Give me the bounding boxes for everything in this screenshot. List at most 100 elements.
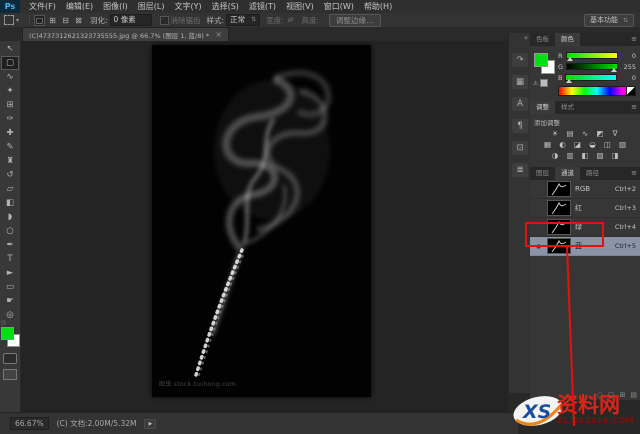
tab-swatches[interactable]: 色板 [530,33,555,46]
hue-saturation-icon[interactable]: ▦ [542,140,553,150]
gamut-warning-icon[interactable]: ⚠ [533,80,538,87]
pen-tool[interactable]: ✒ [1,238,19,252]
tab-styles[interactable]: 样式 [555,101,580,114]
feather-input[interactable]: 0 像素 [109,14,152,26]
tab-adjustments[interactable]: 调整 [530,101,555,114]
tab-layers[interactable]: 图层 [530,167,555,180]
menu-type[interactable]: 文字(Y) [169,1,206,12]
exposure-icon[interactable]: ◩ [595,129,606,139]
expand-panels-icon[interactable]: « [509,33,531,45]
smoke-photo[interactable]: 图虫 stock.tuchong.com [152,45,371,397]
zoom-level-field[interactable]: 66.67% [10,417,49,430]
history-brush-tool[interactable]: ↺ [1,168,19,182]
crop-tool[interactable]: ⊞ [1,98,19,112]
path-selection-tool[interactable]: ► [1,266,19,280]
tab-channels[interactable]: 通道 [555,167,580,180]
bw-ramp-end[interactable] [626,86,636,96]
swap-dimensions-icon[interactable]: ⇄ [288,16,294,24]
menu-image[interactable]: 图像(I) [98,1,133,12]
subtract-from-selection-icon[interactable]: ⊟ [60,15,71,26]
navigator-panel-icon[interactable]: ▦ [512,75,528,89]
blue-slider[interactable] [565,74,618,83]
menu-file[interactable]: 文件(F) [24,1,61,12]
menu-view[interactable]: 视图(V) [281,1,319,12]
menu-window[interactable]: 窗口(W) [319,1,359,12]
quick-mask-button[interactable] [3,353,17,364]
web-safe-color-icon[interactable] [540,79,549,87]
foreground-color-swatch[interactable] [534,53,548,67]
channel-mixer-icon[interactable]: ◫ [602,140,613,150]
vibrance-icon[interactable]: ∇ [610,129,621,139]
rectangular-marquee-tool[interactable]: ▢ [1,56,19,70]
color-spectrum-ramp[interactable] [558,86,636,96]
lasso-tool[interactable]: ∿ [1,70,19,84]
info-panel-icon[interactable]: ⊡ [512,141,528,155]
channel-row-green[interactable]: 绿 Ctrl+4 [530,218,640,237]
brightness-contrast-icon[interactable]: ☀ [550,129,561,139]
screen-mode-button[interactable] [3,369,17,380]
channel-row-red[interactable]: 红 Ctrl+3 [530,199,640,218]
red-value[interactable]: 0 [621,52,636,60]
black-white-icon[interactable]: ◪ [572,140,583,150]
menu-select[interactable]: 选择(S) [207,1,244,12]
new-selection-icon[interactable]: ▢ [34,14,46,26]
eraser-tool[interactable]: ▱ [1,182,19,196]
workspace-switcher[interactable]: 基本功能 ⇅ [583,14,634,27]
green-value[interactable]: 255 [621,63,636,71]
notes-panel-icon[interactable]: ≣ [512,163,528,177]
gradient-tool[interactable]: ◧ [1,196,19,210]
selective-color-icon[interactable]: ◨ [610,151,621,161]
menu-edit[interactable]: 编辑(E) [61,1,98,12]
add-to-selection-icon[interactable]: ⊞ [47,15,58,26]
document-tab[interactable]: (C)4737312621323735555.jpg @ 66.7% (图层 1… [22,27,229,41]
eyedropper-tool[interactable]: ✑ [1,112,19,126]
gradient-map-icon[interactable]: ▨ [595,151,606,161]
panel-menu-icon[interactable]: ≡ [631,33,640,46]
clone-stamp-tool[interactable]: ♜ [1,154,19,168]
dodge-tool[interactable]: ○ [1,224,19,238]
refine-edge-button[interactable]: 调整边缘… [329,13,381,27]
brush-tool[interactable]: ✎ [1,140,19,154]
panel-menu-icon[interactable]: ≡ [631,167,640,180]
shape-tool[interactable]: ▭ [1,280,19,294]
quick-selection-tool[interactable]: ✦ [1,84,19,98]
panel-menu-icon[interactable]: ≡ [631,101,640,114]
posterize-icon[interactable]: ▥ [565,151,576,161]
curves-icon[interactable]: ∿ [580,129,591,139]
close-tab-icon[interactable]: × [215,30,222,39]
status-expand-icon[interactable]: ▶ [144,418,157,429]
history-panel-icon[interactable]: ↷ [512,53,528,67]
menu-layer[interactable]: 图层(L) [133,1,170,12]
antialias-checkbox[interactable] [159,15,169,25]
intersect-selection-icon[interactable]: ⊠ [73,15,84,26]
paragraph-panel-icon[interactable]: ¶ [512,119,528,133]
type-tool[interactable]: T [1,252,19,266]
tab-color[interactable]: 颜色 [555,33,580,46]
canvas-area[interactable]: 图虫 stock.tuchong.com [21,41,508,412]
visibility-eye-icon[interactable]: ◉ [534,243,543,250]
blue-value[interactable]: 0 [620,74,636,82]
threshold-icon[interactable]: ◧ [580,151,591,161]
color-balance-icon[interactable]: ◐ [557,140,568,150]
invert-icon[interactable]: ◑ [550,151,561,161]
tool-preset-picker[interactable]: ▾ [4,15,19,25]
channel-row-rgb[interactable]: RGB Ctrl+2 [530,180,640,199]
red-slider[interactable] [565,52,618,61]
menu-filter[interactable]: 滤镜(T) [244,1,281,12]
levels-icon[interactable]: ▤ [565,129,576,139]
healing-brush-tool[interactable]: ✚ [1,126,19,140]
default-colors-icon[interactable]: ◳ [1,320,6,326]
character-panel-icon[interactable]: A [512,97,528,111]
green-slider[interactable] [566,63,619,72]
hand-tool[interactable]: ☛ [1,294,19,308]
channel-shortcut: Ctrl+3 [614,204,636,212]
blur-tool[interactable]: ◗ [1,210,19,224]
foreground-color-swatch[interactable] [1,327,14,340]
menu-help[interactable]: 帮助(H) [359,1,397,12]
tab-paths[interactable]: 路径 [580,167,605,180]
move-tool[interactable]: ↖ [1,42,19,56]
style-select[interactable]: 正常 ⇅ [226,14,261,26]
photo-filter-icon[interactable]: ◒ [587,140,598,150]
channel-row-blue[interactable]: ◉ 蓝 Ctrl+5 [530,237,640,256]
color-lookup-icon[interactable]: ▧ [617,140,628,150]
